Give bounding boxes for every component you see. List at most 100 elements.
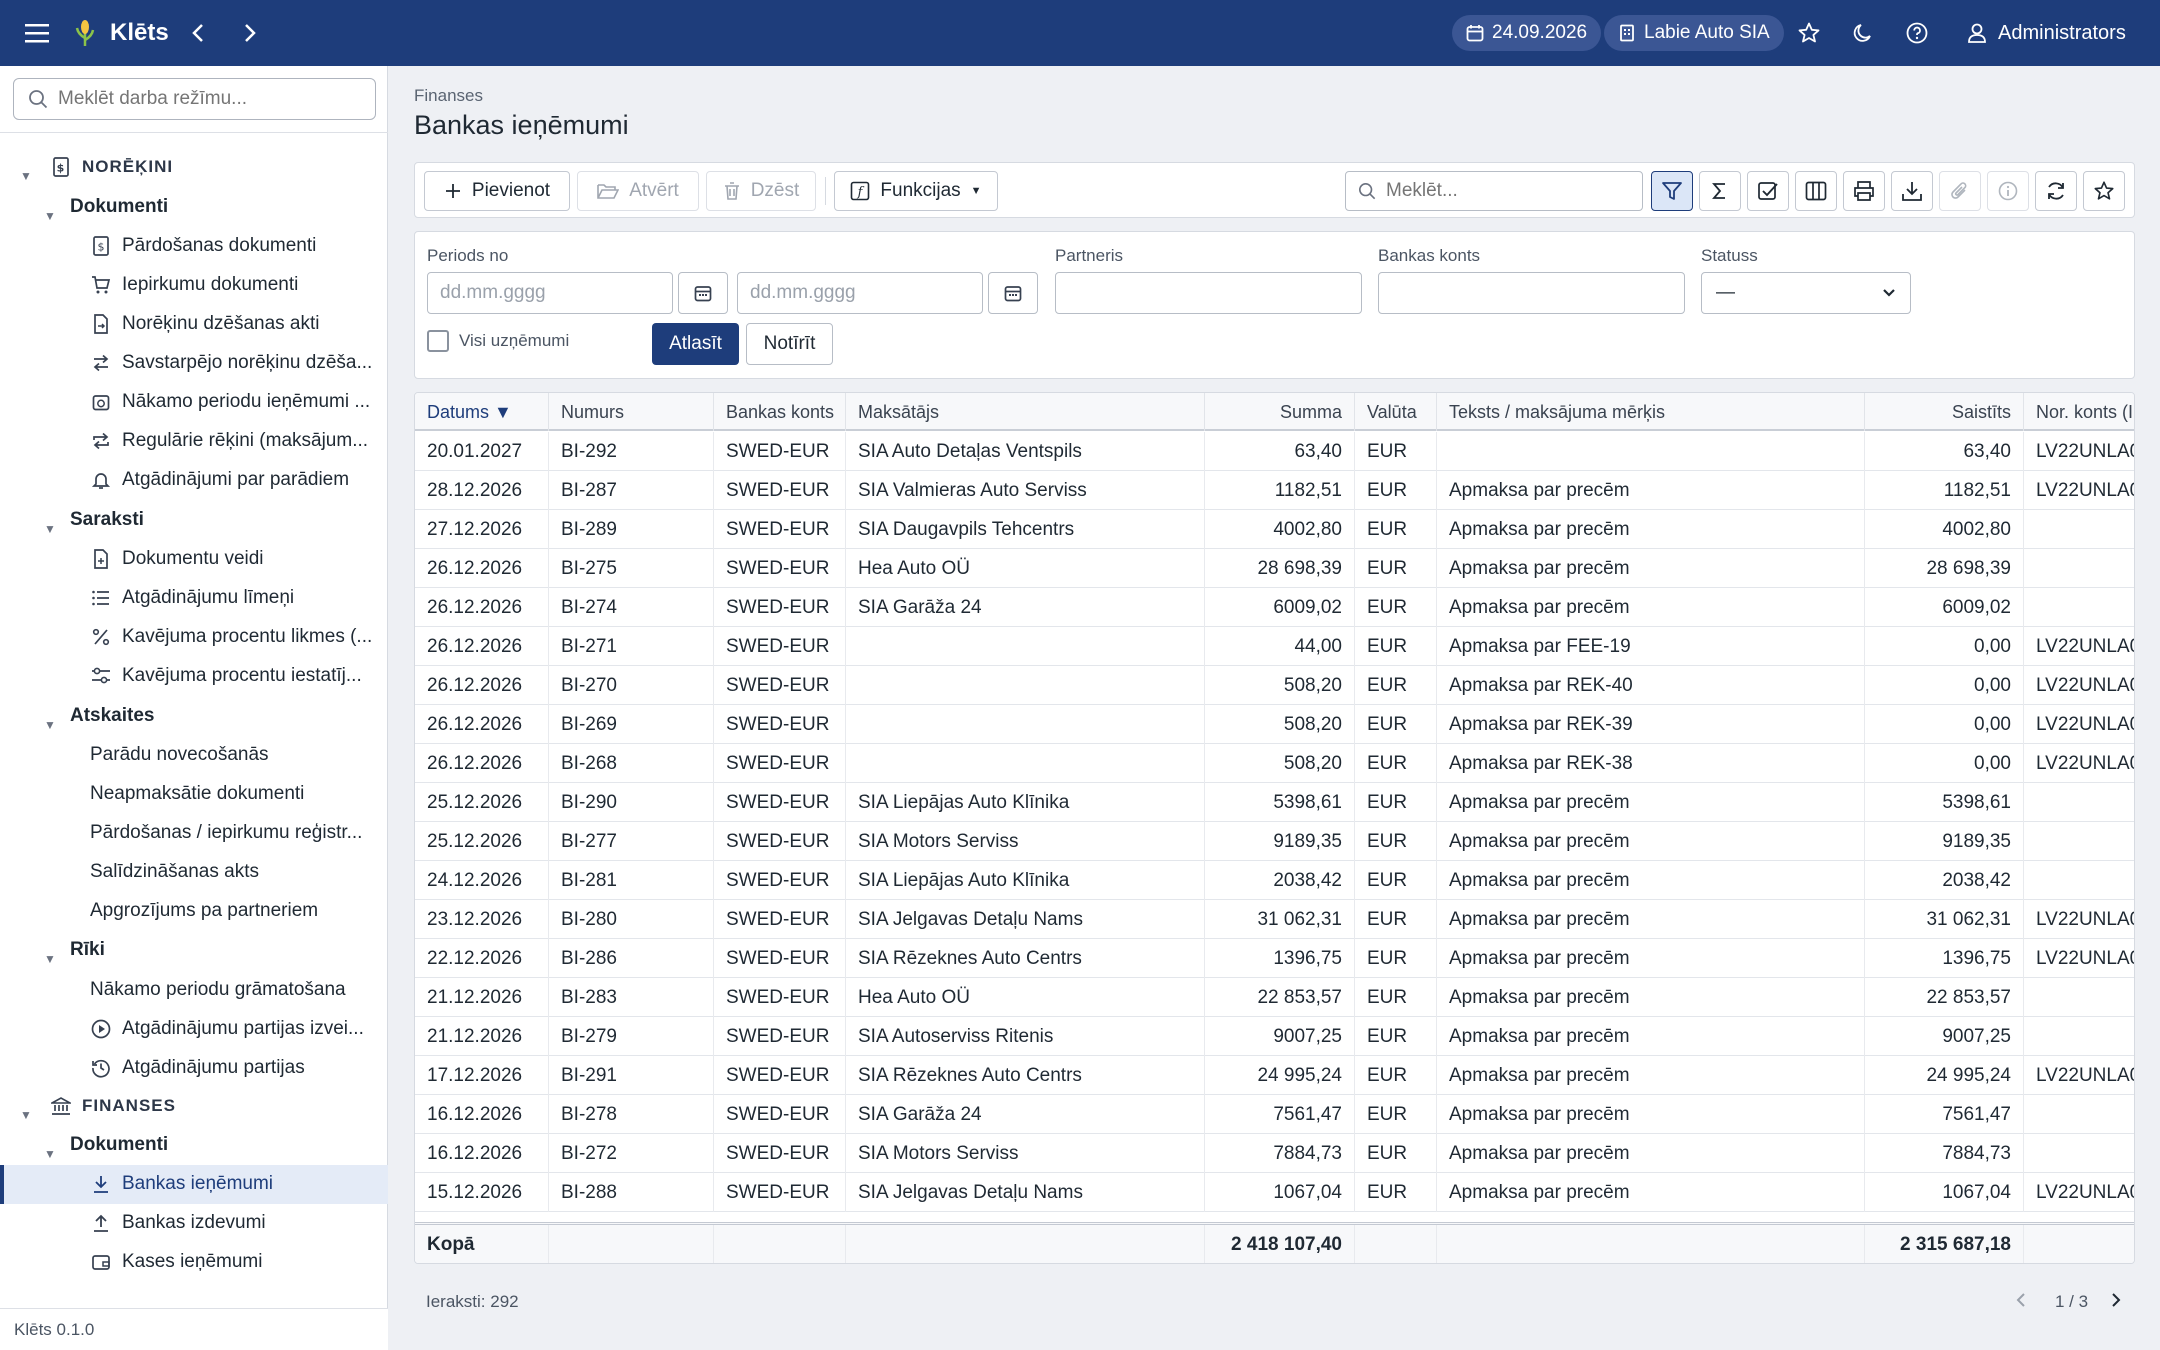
column-header-date[interactable]: Datums ▼ bbox=[415, 393, 549, 431]
collapse-caret-icon[interactable]: ▼ bbox=[20, 1108, 32, 1122]
sidebar-item-deferred-posting[interactable]: Nākamo periodu grāmatošana bbox=[90, 971, 346, 1009]
date-to-input[interactable]: dd.mm.gggg bbox=[737, 272, 983, 314]
user-menu[interactable]: Administrators bbox=[1966, 18, 2126, 48]
forward-icon[interactable] bbox=[236, 17, 264, 49]
filter-toggle-button[interactable] bbox=[1651, 171, 1693, 211]
sidebar-item-late-interest-rates[interactable]: Kavējuma procentu likmes (... bbox=[90, 618, 372, 656]
sidebar-item-reminder-levels[interactable]: Atgādinājumu līmeņi bbox=[90, 579, 294, 617]
table-row[interactable]: 24.12.2026 BI-281 SWED-EUR SIA Liepājas Aut… bbox=[415, 861, 2134, 900]
table-row[interactable]: 16.12.2026 BI-272 SWED-EUR SIA Motors Servi… bbox=[415, 1134, 2134, 1173]
table-row[interactable]: 25.12.2026 BI-290 SWED-EUR SIA Liepājas Aut… bbox=[415, 783, 2134, 822]
table-row[interactable]: 21.12.2026 BI-283 SWED-EUR Hea Auto OÜ 22 85… bbox=[415, 978, 2134, 1017]
table-row[interactable]: 26.12.2026 BI-269 SWED-EUR 508,20 EUR Apmaksa… bbox=[415, 705, 2134, 744]
section-finanses[interactable]: FINANSES bbox=[50, 1087, 176, 1125]
date-from-input[interactable]: dd.mm.gggg bbox=[427, 272, 673, 314]
collapse-caret-icon[interactable]: ▼ bbox=[44, 718, 56, 732]
column-header-number[interactable]: Numurs bbox=[549, 393, 714, 431]
clear-filter-button[interactable]: Notīrīt bbox=[746, 323, 833, 365]
sidebar-item-reminder-batches[interactable]: Atgādinājumu partijas bbox=[90, 1049, 305, 1087]
sidebar-item-purchase-documents[interactable]: Iepirkumu dokumenti bbox=[90, 266, 298, 304]
sidebar-search-input[interactable] bbox=[58, 88, 358, 110]
table-search-input[interactable] bbox=[1386, 180, 1626, 202]
collapse-caret-icon[interactable]: ▼ bbox=[44, 209, 56, 223]
collapse-caret-icon[interactable]: ▼ bbox=[44, 1147, 56, 1161]
company-pill[interactable]: Labie Auto SIA bbox=[1604, 15, 1784, 51]
table-row[interactable]: 15.12.2026 BI-288 SWED-EUR SIA Jelgavas Det… bbox=[415, 1173, 2134, 1212]
all-companies-checkbox[interactable] bbox=[427, 330, 449, 352]
attachments-button[interactable] bbox=[1939, 171, 1981, 211]
back-icon[interactable] bbox=[184, 17, 212, 49]
dark-mode-moon-icon[interactable] bbox=[1848, 18, 1878, 48]
info-button[interactable] bbox=[1987, 171, 2029, 211]
table-row[interactable]: 20.01.2027 BI-292 SWED-EUR SIA Auto Detaļas… bbox=[415, 432, 2134, 471]
breadcrumb[interactable]: Finanses bbox=[414, 86, 483, 106]
table-row[interactable]: 25.12.2026 BI-277 SWED-EUR SIA Motors Servi… bbox=[415, 822, 2134, 861]
sidebar-item-bank-income[interactable]: Bankas ieņēmumi bbox=[90, 1165, 273, 1203]
sidebar-item-sales-purchase-register[interactable]: Pārdošanas / iepirkumu reģistr... bbox=[90, 814, 362, 852]
status-select[interactable]: — bbox=[1701, 272, 1911, 314]
export-button[interactable] bbox=[1891, 171, 1933, 211]
prev-page-icon[interactable] bbox=[2014, 1290, 2028, 1315]
column-header-amount[interactable]: Summa bbox=[1205, 393, 1355, 431]
favorites-star-icon[interactable] bbox=[1794, 18, 1824, 48]
sidebar-item-document-types[interactable]: Dokumentu veidi bbox=[90, 540, 264, 578]
sidebar-item-sales-documents[interactable]: $ Pārdošanas dokumenti bbox=[90, 227, 316, 265]
group-atskaites[interactable]: Atskaites bbox=[70, 697, 155, 735]
table-row[interactable]: 22.12.2026 BI-286 SWED-EUR SIA Rēzeknes Aut… bbox=[415, 939, 2134, 978]
section-norekini[interactable]: $ NORĒĶINI bbox=[50, 148, 173, 186]
open-button[interactable]: Atvērt bbox=[577, 171, 699, 211]
group-dokumenti-finanses[interactable]: Dokumenti bbox=[70, 1126, 168, 1164]
sidebar-item-unpaid-documents[interactable]: Neapmaksātie dokumenti bbox=[90, 775, 304, 813]
add-button[interactable]: Pievienot bbox=[424, 171, 570, 211]
sidebar-item-bank-expenses[interactable]: Bankas izdevumi bbox=[90, 1204, 266, 1242]
next-page-icon[interactable] bbox=[2109, 1290, 2123, 1315]
delete-button[interactable]: Dzēst bbox=[706, 171, 816, 211]
select-rows-button[interactable] bbox=[1747, 171, 1789, 211]
table-row[interactable]: 26.12.2026 BI-270 SWED-EUR 508,20 EUR Apmaksa… bbox=[415, 666, 2134, 705]
column-header-account[interactable]: Nor. konts (IE bbox=[2024, 393, 2134, 431]
table-row[interactable]: 26.12.2026 BI-271 SWED-EUR 44,00 EUR Apmaksa … bbox=[415, 627, 2134, 666]
collapse-caret-icon[interactable]: ▼ bbox=[44, 952, 56, 966]
table-row[interactable]: 27.12.2026 BI-289 SWED-EUR SIA Daugavpils T… bbox=[415, 510, 2134, 549]
table-search[interactable] bbox=[1345, 171, 1643, 211]
date-to-calendar-button[interactable] bbox=[988, 272, 1038, 314]
group-saraksti[interactable]: Saraksti bbox=[70, 501, 144, 539]
group-riki[interactable]: Rīki bbox=[70, 931, 105, 969]
sidebar-item-debt-aging[interactable]: Parādu novecošanās bbox=[90, 736, 269, 774]
sidebar-item-deferred-income[interactable]: Nākamo periodu ieņēmumi ... bbox=[90, 383, 370, 421]
column-header-linked[interactable]: Saistīts bbox=[1865, 393, 2024, 431]
sidebar-item-reminder-batch-create[interactable]: Atgādinājumu partijas izvei... bbox=[90, 1010, 364, 1048]
sidebar-item-mutual-settlements[interactable]: Savstarpējo norēķinu dzēša... bbox=[90, 344, 372, 382]
table-row[interactable]: 26.12.2026 BI-275 SWED-EUR Hea Auto OÜ 28 69… bbox=[415, 549, 2134, 588]
table-row[interactable]: 28.12.2026 BI-287 SWED-EUR SIA Valmieras Au… bbox=[415, 471, 2134, 510]
date-from-calendar-button[interactable] bbox=[678, 272, 728, 314]
collapse-caret-icon[interactable]: ▼ bbox=[20, 169, 32, 183]
sidebar-item-recurring-invoices[interactable]: Regulārie rēķini (maksājum... bbox=[90, 422, 368, 460]
date-pill[interactable]: 24.09.2026 bbox=[1452, 15, 1602, 51]
bookmark-star-button[interactable] bbox=[2083, 171, 2125, 211]
apply-filter-button[interactable]: Atlasīt bbox=[652, 323, 739, 365]
column-header-bank-account[interactable]: Bankas konts bbox=[714, 393, 846, 431]
functions-button[interactable]: f Funkcijas ▼ bbox=[834, 171, 998, 211]
column-header-text[interactable]: Teksts / maksājuma mērķis bbox=[1437, 393, 1865, 431]
table-row[interactable]: 26.12.2026 BI-268 SWED-EUR 508,20 EUR Apmaksa… bbox=[415, 744, 2134, 783]
columns-button[interactable] bbox=[1795, 171, 1837, 211]
partner-input[interactable] bbox=[1055, 272, 1362, 314]
table-row[interactable]: 16.12.2026 BI-278 SWED-EUR SIA Garāža 24 756… bbox=[415, 1095, 2134, 1134]
table-row[interactable]: 21.12.2026 BI-279 SWED-EUR SIA Autoserviss … bbox=[415, 1017, 2134, 1056]
sidebar-item-settlement-acts[interactable]: Norēķinu dzēšanas akti bbox=[90, 305, 320, 343]
print-button[interactable] bbox=[1843, 171, 1885, 211]
bank-account-input[interactable] bbox=[1378, 272, 1685, 314]
sidebar-search[interactable] bbox=[13, 78, 376, 120]
sidebar-item-cash-income[interactable]: Kases ieņēmumi bbox=[90, 1243, 262, 1281]
menu-icon[interactable] bbox=[22, 17, 54, 49]
sidebar-item-turnover-by-partner[interactable]: Apgrozījums pa partneriem bbox=[90, 892, 318, 930]
table-row[interactable]: 17.12.2026 BI-291 SWED-EUR SIA Rēzeknes Aut… bbox=[415, 1056, 2134, 1095]
sum-button[interactable] bbox=[1699, 171, 1741, 211]
refresh-button[interactable] bbox=[2035, 171, 2077, 211]
help-icon[interactable] bbox=[1902, 18, 1932, 48]
sidebar-item-debt-reminders[interactable]: Atgādinājumi par parādiem bbox=[90, 461, 349, 499]
column-header-currency[interactable]: Valūta bbox=[1355, 393, 1437, 431]
column-header-payer[interactable]: Maksātājs bbox=[846, 393, 1205, 431]
sidebar-item-reconciliation-act[interactable]: Salīdzināšanas akts bbox=[90, 853, 259, 891]
